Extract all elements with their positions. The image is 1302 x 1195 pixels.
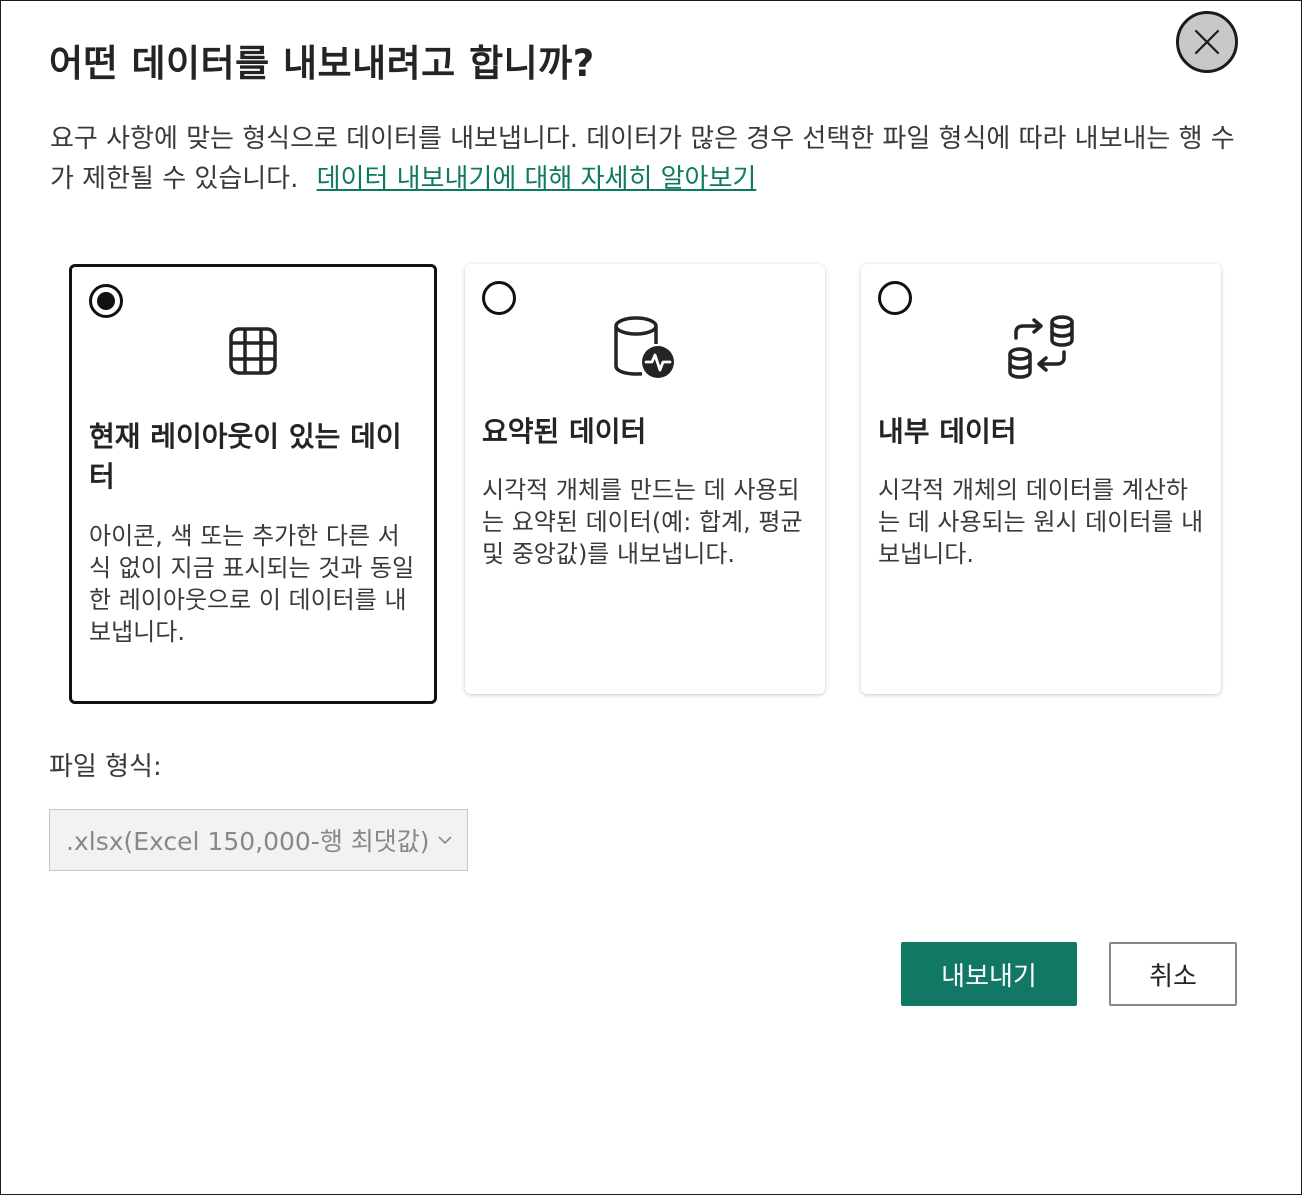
- close-icon: [1194, 29, 1220, 55]
- file-format-value: .xlsx(Excel 150,000-행 최댓값): [66, 827, 430, 856]
- option-title: 요약된 데이터: [482, 415, 647, 448]
- database-sync-icon: [1008, 315, 1074, 379]
- file-format-dropdown[interactable]: .xlsx(Excel 150,000-행 최댓값): [49, 809, 468, 871]
- cancel-button[interactable]: 취소: [1109, 942, 1237, 1006]
- database-activity-icon: [614, 316, 674, 378]
- option-title: 내부 데이터: [878, 415, 1017, 448]
- dialog-title: 어떤 데이터를 내보내려고 합니까?: [49, 42, 595, 85]
- option-description: 아이콘, 색 또는 추가한 다른 서식 없이 지금 표시되는 것과 동일한 레이…: [89, 522, 415, 646]
- option-card-summarized[interactable]: 요약된 데이터 시각적 개체를 만드는 데 사용되는 요약된 데이터(예: 합계…: [465, 264, 825, 694]
- option-title: 현재 레이아웃이 있는 데이터: [89, 420, 402, 493]
- close-button[interactable]: [1176, 11, 1238, 73]
- option-card-current-layout[interactable]: 현재 레이아웃이 있는 데이터 아이콘, 색 또는 추가한 다른 서식 없이 지…: [69, 264, 437, 704]
- option-description: 시각적 개체의 데이터를 계산하는 데 사용되는 원시 데이터를 내보냅니다.: [878, 476, 1204, 568]
- dialog-description: 요구 사항에 맞는 형식으로 데이터를 내보냅니다. 데이터가 많은 경우 선택…: [50, 119, 1250, 199]
- table-grid-icon: [229, 327, 277, 375]
- learn-more-link[interactable]: 데이터 내보내기에 대해 자세히 알아보기: [317, 164, 757, 194]
- option-card-underlying[interactable]: 내부 데이터 시각적 개체의 데이터를 계산하는 데 사용되는 원시 데이터를 …: [861, 264, 1221, 694]
- export-button[interactable]: 내보내기: [901, 942, 1077, 1006]
- chevron-down-icon: [438, 836, 452, 845]
- radio-summarized[interactable]: [482, 281, 516, 315]
- option-description: 시각적 개체를 만드는 데 사용되는 요약된 데이터(예: 합계, 평균 및 중…: [482, 476, 803, 568]
- file-format-label: 파일 형식:: [49, 752, 162, 782]
- radio-current-layout[interactable]: [89, 284, 123, 318]
- export-data-dialog: 어떤 데이터를 내보내려고 합니까? 요구 사항에 맞는 형식으로 데이터를 내…: [0, 0, 1302, 1195]
- radio-underlying[interactable]: [878, 281, 912, 315]
